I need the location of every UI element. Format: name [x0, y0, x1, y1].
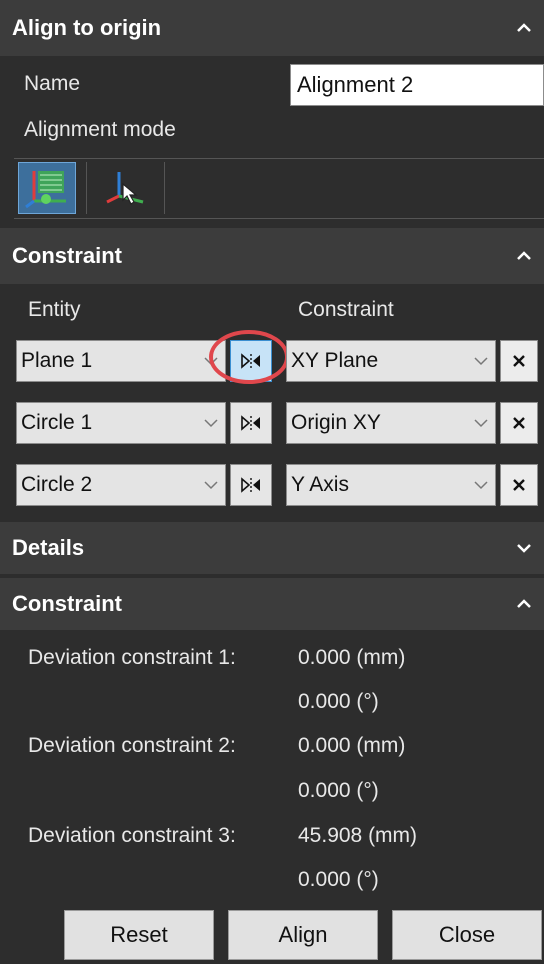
delete-button[interactable] — [500, 340, 538, 382]
deviation-label: Deviation constraint 3: — [28, 824, 236, 847]
deviation-section-header[interactable]: Constraint — [0, 578, 544, 630]
deviation-label: Deviation constraint 2: — [28, 734, 236, 757]
flip-icon — [241, 477, 260, 493]
entity-value: Circle 2 — [21, 473, 93, 496]
deviation-distance: 45.908 (mm) — [298, 824, 418, 847]
mode-divider-top — [14, 158, 544, 159]
entity-select[interactable]: Circle 2 — [16, 464, 226, 506]
delete-x-icon — [513, 417, 525, 429]
delete-x-icon — [513, 479, 525, 491]
delete-button[interactable] — [500, 464, 538, 506]
flip-button[interactable] — [230, 464, 272, 506]
deviation-distance: 0.000 (mm) — [298, 734, 406, 757]
details-section-header[interactable]: Details — [0, 522, 544, 574]
chevron-up-icon[interactable] — [512, 592, 536, 616]
align-3d-mode-button[interactable] — [18, 162, 76, 214]
flip-button[interactable] — [230, 402, 272, 444]
entity-column-header: Entity — [28, 298, 81, 321]
entity-select[interactable]: Circle 1 — [16, 402, 226, 444]
constraint-value: XY Plane — [291, 349, 379, 372]
constraint-value: Y Axis — [291, 473, 349, 496]
constraint-select[interactable]: XY Plane — [286, 340, 496, 382]
deviation-angle: 0.000 (°) — [298, 779, 379, 802]
panel-header[interactable]: Align to origin — [0, 0, 544, 56]
dropdown-arrow-icon — [204, 419, 218, 428]
align-button[interactable]: Align — [228, 910, 378, 960]
deviation-section-title: Constraint — [12, 591, 122, 616]
delete-x-icon — [513, 355, 525, 367]
dropdown-arrow-icon — [474, 357, 488, 366]
deviation-label: Deviation constraint 1: — [28, 646, 236, 669]
align-pointer-mode-icon — [106, 172, 144, 205]
dropdown-arrow-icon — [474, 481, 488, 490]
constraint-select[interactable]: Y Axis — [286, 464, 496, 506]
deviation-angle: 0.000 (°) — [298, 868, 379, 891]
delete-button[interactable] — [500, 402, 538, 444]
details-section-title: Details — [12, 535, 85, 560]
constraint-select[interactable]: Origin XY — [286, 402, 496, 444]
entity-value: Circle 1 — [21, 411, 93, 434]
name-field[interactable]: Alignment 2 — [290, 64, 544, 106]
highlight-circle — [209, 330, 289, 384]
align-pointer-mode-button[interactable] — [96, 162, 156, 214]
constraint-section-title: Constraint — [12, 243, 122, 268]
mode-divider-bottom — [14, 218, 544, 219]
close-button[interactable]: Close — [392, 910, 542, 960]
constraint-column-header: Constraint — [298, 298, 394, 321]
name-label: Name — [24, 72, 81, 95]
dropdown-arrow-icon — [204, 481, 218, 490]
chevron-down-icon[interactable] — [512, 536, 536, 560]
constraint-value: Origin XY — [291, 411, 381, 434]
deviation-distance: 0.000 (mm) — [298, 646, 406, 669]
mode-separator — [86, 162, 87, 214]
chevron-up-icon[interactable] — [512, 16, 536, 40]
entity-select[interactable]: Plane 1 — [16, 340, 226, 382]
constraint-section-header[interactable]: Constraint — [0, 228, 544, 284]
panel-title: Align to origin — [12, 15, 162, 40]
entity-value: Plane 1 — [21, 349, 93, 372]
alignment-mode-label: Alignment mode — [24, 118, 176, 141]
flip-icon — [241, 415, 260, 431]
chevron-up-icon[interactable] — [512, 244, 536, 268]
mode-separator-2 — [164, 162, 165, 214]
align-3d-mode-icon — [25, 171, 66, 209]
dropdown-arrow-icon — [474, 419, 488, 428]
deviation-angle: 0.000 (°) — [298, 690, 379, 713]
reset-button[interactable]: Reset — [64, 910, 214, 960]
